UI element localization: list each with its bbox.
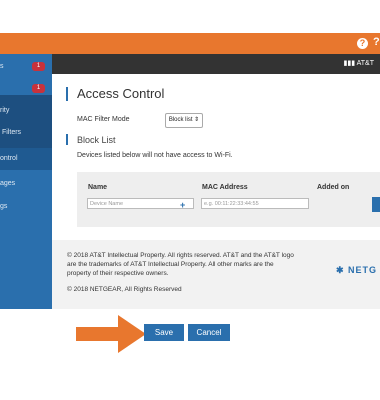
cancel-button[interactable]: Cancel — [188, 324, 230, 341]
sidebar-item-filters[interactable]: Filters — [0, 122, 52, 144]
mac-filter-select[interactable]: Block list ⇕ — [165, 113, 203, 128]
sidebar-item-2[interactable]: 1 — [0, 78, 52, 100]
block-list-heading: Block List — [77, 135, 116, 145]
footer-copyright-line: property of their respective owners. — [67, 270, 169, 277]
att-logo-text: AT&T — [356, 60, 374, 67]
page-title: Access Control — [77, 86, 165, 101]
footer-copyright-line: are the trademarks of AT&T Intellectual … — [67, 261, 274, 268]
sidebar-item-label: Filters — [2, 129, 22, 136]
section-accent-bar — [66, 134, 68, 145]
netgear-mark-icon: ✱ — [336, 265, 349, 275]
sidebar-item-label: ontrol — [0, 155, 18, 162]
column-header-added-on: Added on — [317, 184, 350, 191]
signal-icon: ▮▮▮ — [343, 60, 357, 67]
netgear-logo: ✱ NETG — [336, 265, 377, 276]
sidebar-item-security[interactable]: rity — [0, 100, 52, 122]
sidebar-item-settings[interactable]: gs — [0, 196, 52, 218]
block-list-description: Devices listed below will not have acces… — [77, 152, 233, 159]
sidebar-item-status[interactable]: s 1 — [0, 56, 52, 78]
sidebar-item-messages[interactable]: ages — [0, 173, 52, 195]
add-button[interactable] — [372, 197, 380, 212]
footer-netgear-copyright: © 2018 NETGEAR, All Rights Reserved — [67, 286, 182, 293]
sidebar-item-label: ages — [0, 180, 16, 187]
save-button[interactable]: Save — [144, 324, 184, 341]
sidebar-item-label: rity — [0, 107, 10, 114]
title-accent-bar — [66, 87, 68, 101]
column-header-mac: MAC Address — [202, 184, 248, 191]
help-icon[interactable]: ? — [357, 38, 368, 49]
sidebar-item-access-control[interactable]: ontrol — [0, 148, 52, 170]
sidebar-item-label: gs — [0, 203, 8, 210]
att-logo: ▮▮▮ AT&T — [344, 59, 375, 67]
footer-copyright-line: © 2018 AT&T Intellectual Property. All r… — [67, 252, 294, 259]
mac-address-input[interactable]: e.g. 00:11:22:33:44:55 — [201, 198, 309, 209]
sidebar-item-label: s — [0, 63, 4, 70]
main-header-bar: ▮▮▮ AT&T — [52, 54, 380, 74]
notification-badge: 1 — [32, 62, 45, 71]
orange-arrow-icon — [76, 315, 146, 353]
device-name-input[interactable]: Device Name — [87, 198, 194, 209]
netgear-logo-text: NETG — [348, 265, 378, 275]
notification-badge: 1 — [32, 84, 45, 93]
plus-icon[interactable]: + — [180, 200, 185, 210]
column-header-name: Name — [88, 184, 108, 191]
top-bar — [0, 33, 380, 54]
help-icon-secondary[interactable]: ? — [373, 36, 380, 48]
mac-filter-label: MAC Filter Mode — [77, 116, 130, 123]
